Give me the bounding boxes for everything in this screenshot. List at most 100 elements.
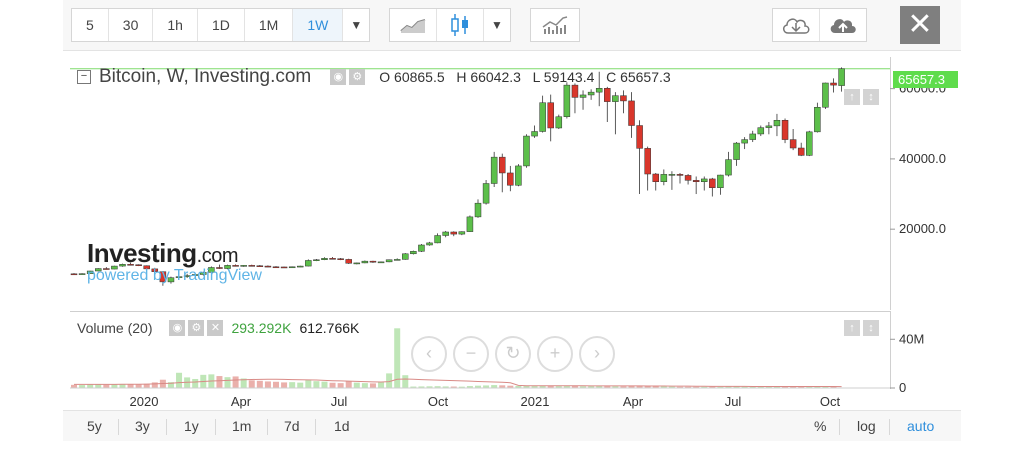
range-1d[interactable]: 1d: [334, 418, 350, 434]
volume-bar: [345, 381, 352, 388]
collapse-legend-button[interactable]: −: [77, 70, 91, 84]
range-1m[interactable]: 1m: [232, 418, 251, 434]
candle-body: [305, 260, 312, 267]
volume-bar: [127, 384, 134, 388]
move-pane-icon[interactable]: ↕: [863, 320, 879, 336]
candle-body: [313, 259, 320, 262]
chevron-right-icon: ›: [594, 343, 600, 363]
reset-button[interactable]: ↻: [495, 336, 531, 372]
candle-body: [280, 266, 288, 269]
y-tick-label: 40000.0: [899, 151, 946, 166]
candle-body: [410, 251, 417, 255]
x-tick-label: Oct: [820, 394, 841, 409]
candle-body: [765, 125, 773, 128]
x-tick-label: Jul: [725, 394, 742, 409]
candle-body: [288, 266, 296, 269]
candle-body: [652, 173, 660, 182]
volume-bar: [402, 375, 409, 388]
visibility-icon[interactable]: ◉: [169, 320, 186, 336]
open-value: 60865.5: [394, 69, 445, 85]
close-value: 65657.3: [620, 69, 671, 85]
candle-body: [296, 265, 304, 268]
volume-bar: [264, 381, 271, 388]
volume-bar: [216, 376, 223, 388]
candle-body: [822, 82, 829, 108]
candle-body: [402, 253, 409, 260]
remove-indicator-icon[interactable]: ✕: [207, 320, 224, 336]
move-pane-icon[interactable]: ↕: [863, 89, 879, 105]
x-tick-label: Apr: [623, 394, 644, 409]
x-tick-label: Oct: [428, 394, 449, 409]
candle-body: [450, 231, 458, 235]
volume-bar: [192, 378, 199, 388]
volume-y-tick-label: 40M: [899, 331, 924, 346]
candle-body: [442, 231, 449, 236]
candle-body: [773, 120, 781, 127]
volume-bar: [329, 382, 336, 388]
candle-body: [781, 120, 789, 140]
volume-bar: [232, 376, 239, 388]
zoom-out-button[interactable]: −: [453, 336, 489, 372]
candle-body: [595, 88, 603, 93]
percent-scale-button[interactable]: %: [814, 418, 826, 434]
visibility-icon[interactable]: ◉: [330, 69, 347, 85]
candle-body: [612, 95, 619, 102]
scroll-right-button[interactable]: ›: [579, 336, 615, 372]
candle-body: [587, 91, 595, 96]
x-tick-label: 2021: [521, 394, 550, 409]
candle-body: [563, 84, 571, 117]
candle-body: [749, 133, 756, 140]
range-3y[interactable]: 3y: [135, 418, 150, 434]
range-7d[interactable]: 7d: [284, 418, 300, 434]
watermark-powered-by[interactable]: powered by TradingView: [87, 267, 262, 285]
candle-body: [466, 216, 474, 232]
separator: [889, 419, 890, 435]
candle-body: [660, 174, 668, 182]
candle-body: [385, 259, 393, 263]
investing-watermark: Investing.com powered by TradingView: [87, 238, 262, 285]
candle-body: [814, 106, 821, 133]
candle-body: [838, 68, 845, 86]
candle-body: [337, 258, 344, 260]
last-price-tag: 65657.3: [893, 71, 958, 88]
candle-body: [369, 260, 377, 263]
maximize-pane-icon[interactable]: ↑: [844, 89, 860, 105]
legend-controls: ◉ ⚙: [327, 69, 366, 85]
candle-body: [426, 242, 433, 246]
volume-bar: [151, 382, 158, 388]
volume-title: Volume (20): [77, 320, 153, 336]
candle-body: [418, 244, 425, 252]
settings-icon[interactable]: ⚙: [349, 69, 366, 85]
volume-bar: [87, 384, 94, 388]
symbol-legend: − Bitcoin, W, Investing.com ◉ ⚙ O 60865.…: [77, 66, 671, 88]
candle-body: [377, 261, 385, 264]
ohlc-values: O 60865.5 H 66042.3 L 59143.4 C 65657.3: [379, 69, 671, 85]
x-tick-label: Jul: [331, 394, 348, 409]
separator: [166, 419, 167, 435]
maximize-pane-icon[interactable]: ↑: [844, 320, 860, 336]
candle-body: [555, 116, 563, 129]
separator: [267, 419, 268, 435]
zoom-in-button[interactable]: +: [537, 336, 573, 372]
x-tick-label: Apr: [231, 394, 252, 409]
log-scale-button[interactable]: log: [857, 418, 876, 434]
candle-body: [531, 131, 538, 137]
chart-widget: 5 30 1h 1D 1M 1W ▼ ▼ ✕ 20000.0 40000.0 6…: [63, 0, 961, 450]
candle-body: [434, 235, 441, 244]
plus-icon: +: [549, 343, 561, 363]
range-5y[interactable]: 5y: [87, 418, 102, 434]
scroll-left-button[interactable]: ‹: [411, 336, 447, 372]
candle-body: [717, 174, 724, 188]
candle-body: [345, 259, 352, 264]
volume-bar: [378, 381, 385, 388]
settings-icon[interactable]: ⚙: [188, 320, 205, 336]
candle-body: [321, 258, 328, 261]
candle-body: [636, 125, 643, 149]
chevron-left-icon: ‹: [426, 343, 432, 363]
auto-scale-button[interactable]: auto: [907, 418, 934, 434]
candle-body: [264, 265, 272, 268]
separator: [315, 419, 316, 435]
range-1y[interactable]: 1y: [184, 418, 199, 434]
separator: [118, 419, 119, 435]
candle-body: [70, 273, 78, 276]
